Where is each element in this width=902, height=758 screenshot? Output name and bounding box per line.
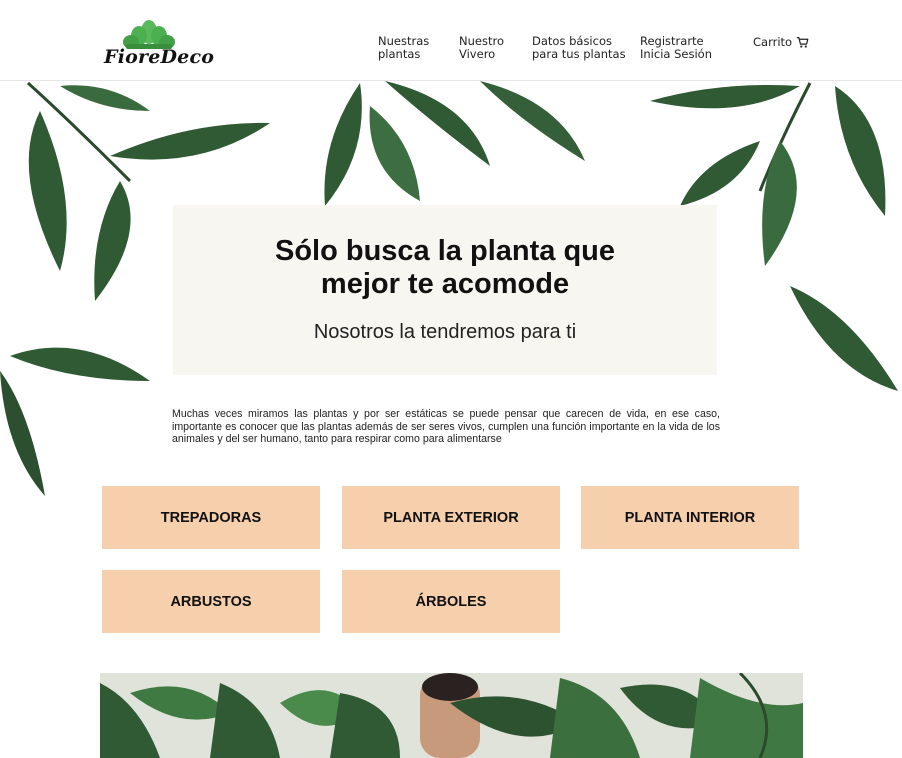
hero-title-line: Sólo busca la planta que bbox=[274, 235, 615, 267]
nav-label: Inicia Sesión bbox=[640, 47, 712, 61]
site-header: FioreDeco Nuestras plantas Nuestro Viver… bbox=[0, 0, 902, 81]
shopping-cart-icon bbox=[796, 36, 809, 48]
cart-label: Carrito bbox=[753, 35, 793, 49]
nav-label: Vivero bbox=[459, 47, 496, 61]
logo-text: FioreDeco bbox=[104, 46, 215, 68]
nav-nuestras-plantas[interactable]: Nuestras plantas bbox=[378, 35, 429, 61]
nav-label: plantas bbox=[378, 47, 421, 61]
hero-subtitle: Nosotros la tendremos para ti bbox=[313, 321, 577, 343]
nav-label: para tus plantas bbox=[532, 47, 626, 61]
category-trepadoras-button[interactable]: TREPADORAS bbox=[102, 486, 320, 549]
nav-datos-basicos[interactable]: Datos básicos para tus plantas bbox=[532, 35, 626, 61]
intro-paragraph: Muchas veces miramos las plantas y por s… bbox=[172, 408, 720, 445]
nav-registro-sesion[interactable]: Registrarte Inicia Sesión bbox=[640, 35, 712, 61]
category-arboles-button[interactable]: ÁRBOLES bbox=[342, 570, 560, 633]
hero-title-line: mejor te acomode bbox=[320, 268, 570, 300]
plants-photo bbox=[100, 673, 803, 758]
category-arbustos-button[interactable]: ARBUSTOS bbox=[102, 570, 320, 633]
logo[interactable]: FioreDeco bbox=[104, 18, 214, 70]
plants-illustration bbox=[100, 673, 803, 758]
hero-card: Sólo busca la planta que mejor te acomod… bbox=[173, 205, 717, 375]
category-planta-exterior-button[interactable]: PLANTA EXTERIOR bbox=[342, 486, 560, 549]
cart-link[interactable]: Carrito bbox=[753, 35, 809, 49]
hero-title: Sólo busca la planta que mejor te acomod… bbox=[173, 235, 717, 301]
category-planta-interior-button[interactable]: PLANTA INTERIOR bbox=[581, 486, 799, 549]
nav-nuestro-vivero[interactable]: Nuestro Vivero bbox=[459, 35, 504, 61]
